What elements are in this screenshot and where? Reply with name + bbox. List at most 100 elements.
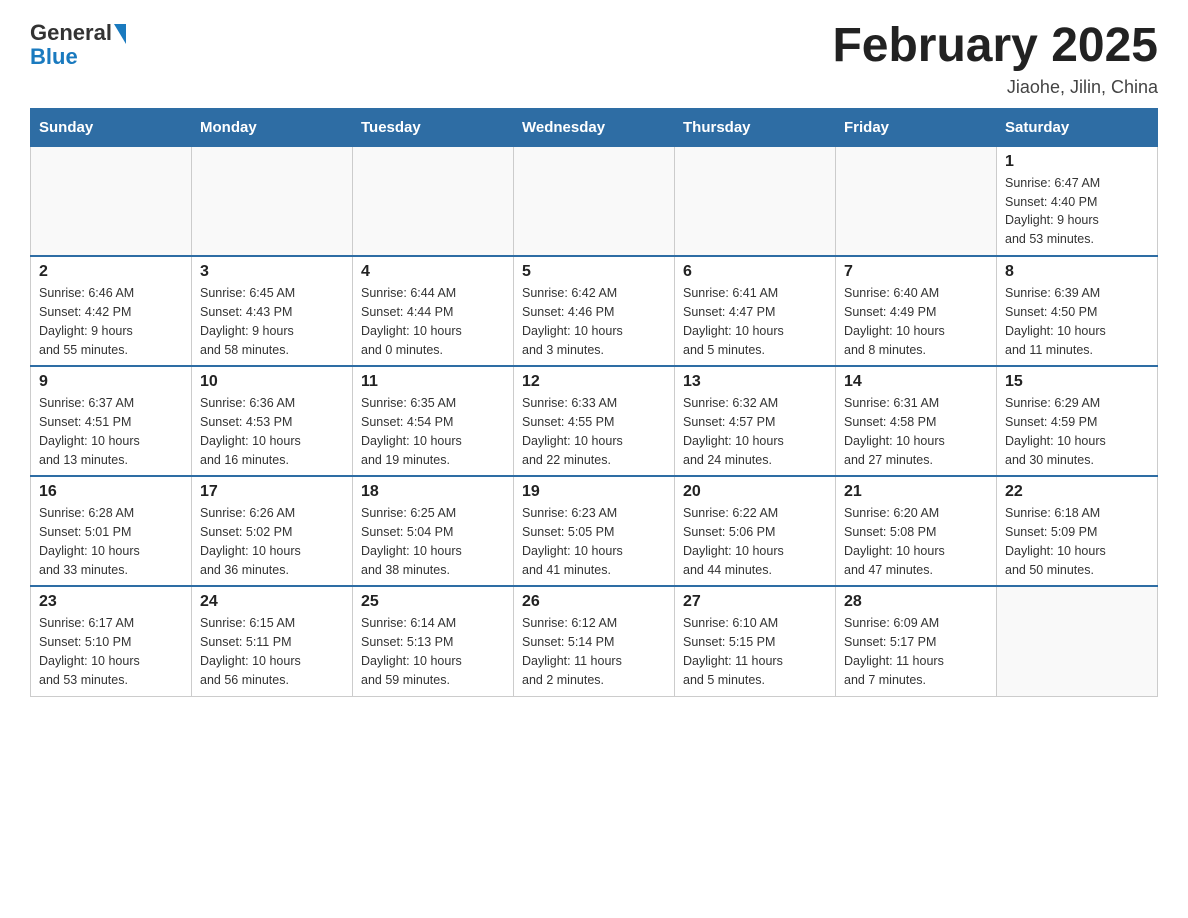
day-info: Sunrise: 6:46 AM Sunset: 4:42 PM Dayligh… xyxy=(39,284,183,359)
day-number: 2 xyxy=(39,263,183,281)
day-info: Sunrise: 6:28 AM Sunset: 5:01 PM Dayligh… xyxy=(39,504,183,579)
calendar-cell xyxy=(31,146,192,256)
weekday-header-saturday: Saturday xyxy=(997,108,1158,146)
day-info: Sunrise: 6:47 AM Sunset: 4:40 PM Dayligh… xyxy=(1005,174,1149,249)
logo-blue-text: Blue xyxy=(30,44,78,70)
day-number: 19 xyxy=(522,483,666,501)
week-row-5: 23 Sunrise: 6:17 AM Sunset: 5:10 PM Dayli… xyxy=(31,586,1158,696)
calendar-cell: 16 Sunrise: 6:28 AM Sunset: 5:01 PM Dayli… xyxy=(31,476,192,586)
day-info: Sunrise: 6:12 AM Sunset: 5:14 PM Dayligh… xyxy=(522,614,666,689)
week-row-1: 1 Sunrise: 6:47 AM Sunset: 4:40 PM Daylig… xyxy=(31,146,1158,256)
day-number: 3 xyxy=(200,263,344,281)
calendar-cell: 15 Sunrise: 6:29 AM Sunset: 4:59 PM Dayli… xyxy=(997,366,1158,476)
day-info: Sunrise: 6:17 AM Sunset: 5:10 PM Dayligh… xyxy=(39,614,183,689)
day-number: 21 xyxy=(844,483,988,501)
day-number: 10 xyxy=(200,373,344,391)
day-info: Sunrise: 6:23 AM Sunset: 5:05 PM Dayligh… xyxy=(522,504,666,579)
calendar-cell: 3 Sunrise: 6:45 AM Sunset: 4:43 PM Daylig… xyxy=(192,256,353,366)
calendar-cell: 12 Sunrise: 6:33 AM Sunset: 4:55 PM Dayli… xyxy=(514,366,675,476)
weekday-header-monday: Monday xyxy=(192,108,353,146)
day-number: 27 xyxy=(683,593,827,611)
logo-arrow-icon xyxy=(114,24,126,44)
week-row-2: 2 Sunrise: 6:46 AM Sunset: 4:42 PM Daylig… xyxy=(31,256,1158,366)
day-number: 18 xyxy=(361,483,505,501)
location-text: Jiaohe, Jilin, China xyxy=(832,77,1158,98)
day-info: Sunrise: 6:44 AM Sunset: 4:44 PM Dayligh… xyxy=(361,284,505,359)
day-info: Sunrise: 6:45 AM Sunset: 4:43 PM Dayligh… xyxy=(200,284,344,359)
day-number: 7 xyxy=(844,263,988,281)
calendar-cell: 20 Sunrise: 6:22 AM Sunset: 5:06 PM Dayli… xyxy=(675,476,836,586)
title-block: February 2025 Jiaohe, Jilin, China xyxy=(832,20,1158,98)
day-info: Sunrise: 6:35 AM Sunset: 4:54 PM Dayligh… xyxy=(361,394,505,469)
calendar-cell: 22 Sunrise: 6:18 AM Sunset: 5:09 PM Dayli… xyxy=(997,476,1158,586)
day-number: 23 xyxy=(39,593,183,611)
calendar-cell: 21 Sunrise: 6:20 AM Sunset: 5:08 PM Dayli… xyxy=(836,476,997,586)
calendar-cell: 11 Sunrise: 6:35 AM Sunset: 4:54 PM Dayli… xyxy=(353,366,514,476)
page-header: General Blue February 2025 Jiaohe, Jilin… xyxy=(30,20,1158,98)
day-number: 9 xyxy=(39,373,183,391)
day-info: Sunrise: 6:18 AM Sunset: 5:09 PM Dayligh… xyxy=(1005,504,1149,579)
calendar-cell: 24 Sunrise: 6:15 AM Sunset: 5:11 PM Dayli… xyxy=(192,586,353,696)
week-row-4: 16 Sunrise: 6:28 AM Sunset: 5:01 PM Dayli… xyxy=(31,476,1158,586)
calendar-cell: 19 Sunrise: 6:23 AM Sunset: 5:05 PM Dayli… xyxy=(514,476,675,586)
weekday-header-tuesday: Tuesday xyxy=(353,108,514,146)
calendar-cell xyxy=(514,146,675,256)
day-info: Sunrise: 6:42 AM Sunset: 4:46 PM Dayligh… xyxy=(522,284,666,359)
calendar-cell: 17Sunrise: 6:26 AM Sunset: 5:02 PM Dayli… xyxy=(192,476,353,586)
day-number: 15 xyxy=(1005,373,1149,391)
day-info: Sunrise: 6:41 AM Sunset: 4:47 PM Dayligh… xyxy=(683,284,827,359)
calendar-cell: 7Sunrise: 6:40 AM Sunset: 4:49 PM Daylig… xyxy=(836,256,997,366)
day-number: 8 xyxy=(1005,263,1149,281)
day-number: 25 xyxy=(361,593,505,611)
calendar-cell: 28 Sunrise: 6:09 AM Sunset: 5:17 PM Dayli… xyxy=(836,586,997,696)
calendar-cell: 10Sunrise: 6:36 AM Sunset: 4:53 PM Dayli… xyxy=(192,366,353,476)
weekday-header-friday: Friday xyxy=(836,108,997,146)
day-number: 14 xyxy=(844,373,988,391)
calendar-cell: 1 Sunrise: 6:47 AM Sunset: 4:40 PM Daylig… xyxy=(997,146,1158,256)
day-number: 4 xyxy=(361,263,505,281)
logo-general-text: General xyxy=(30,20,112,46)
calendar-cell xyxy=(192,146,353,256)
calendar-cell: 6 Sunrise: 6:41 AM Sunset: 4:47 PM Daylig… xyxy=(675,256,836,366)
day-number: 16 xyxy=(39,483,183,501)
day-info: Sunrise: 6:22 AM Sunset: 5:06 PM Dayligh… xyxy=(683,504,827,579)
day-info: Sunrise: 6:20 AM Sunset: 5:08 PM Dayligh… xyxy=(844,504,988,579)
day-info: Sunrise: 6:29 AM Sunset: 4:59 PM Dayligh… xyxy=(1005,394,1149,469)
week-row-3: 9 Sunrise: 6:37 AM Sunset: 4:51 PM Daylig… xyxy=(31,366,1158,476)
day-number: 12 xyxy=(522,373,666,391)
calendar-cell: 8Sunrise: 6:39 AM Sunset: 4:50 PM Daylig… xyxy=(997,256,1158,366)
calendar-cell: 23 Sunrise: 6:17 AM Sunset: 5:10 PM Dayli… xyxy=(31,586,192,696)
calendar-cell: 25 Sunrise: 6:14 AM Sunset: 5:13 PM Dayli… xyxy=(353,586,514,696)
day-info: Sunrise: 6:37 AM Sunset: 4:51 PM Dayligh… xyxy=(39,394,183,469)
calendar-cell: 18Sunrise: 6:25 AM Sunset: 5:04 PM Dayli… xyxy=(353,476,514,586)
day-number: 28 xyxy=(844,593,988,611)
weekday-header-thursday: Thursday xyxy=(675,108,836,146)
day-number: 13 xyxy=(683,373,827,391)
month-title: February 2025 xyxy=(832,20,1158,73)
day-number: 22 xyxy=(1005,483,1149,501)
calendar-cell: 13Sunrise: 6:32 AM Sunset: 4:57 PM Dayli… xyxy=(675,366,836,476)
calendar-cell: 27 Sunrise: 6:10 AM Sunset: 5:15 PM Dayli… xyxy=(675,586,836,696)
calendar-cell: 26 Sunrise: 6:12 AM Sunset: 5:14 PM Dayli… xyxy=(514,586,675,696)
day-number: 20 xyxy=(683,483,827,501)
calendar-cell: 2 Sunrise: 6:46 AM Sunset: 4:42 PM Daylig… xyxy=(31,256,192,366)
calendar-cell: 14 Sunrise: 6:31 AM Sunset: 4:58 PM Dayli… xyxy=(836,366,997,476)
calendar-cell: 9 Sunrise: 6:37 AM Sunset: 4:51 PM Daylig… xyxy=(31,366,192,476)
day-info: Sunrise: 6:33 AM Sunset: 4:55 PM Dayligh… xyxy=(522,394,666,469)
day-number: 11 xyxy=(361,373,505,391)
calendar-cell xyxy=(997,586,1158,696)
weekday-header-row: SundayMondayTuesdayWednesdayThursdayFrid… xyxy=(31,108,1158,146)
day-info: Sunrise: 6:09 AM Sunset: 5:17 PM Dayligh… xyxy=(844,614,988,689)
day-number: 6 xyxy=(683,263,827,281)
weekday-header-sunday: Sunday xyxy=(31,108,192,146)
day-number: 26 xyxy=(522,593,666,611)
calendar-table: SundayMondayTuesdayWednesdayThursdayFrid… xyxy=(30,108,1158,697)
day-number: 24 xyxy=(200,593,344,611)
day-info: Sunrise: 6:10 AM Sunset: 5:15 PM Dayligh… xyxy=(683,614,827,689)
day-info: Sunrise: 6:31 AM Sunset: 4:58 PM Dayligh… xyxy=(844,394,988,469)
calendar-cell xyxy=(836,146,997,256)
calendar-cell: 4 Sunrise: 6:44 AM Sunset: 4:44 PM Daylig… xyxy=(353,256,514,366)
day-info: Sunrise: 6:15 AM Sunset: 5:11 PM Dayligh… xyxy=(200,614,344,689)
day-info: Sunrise: 6:14 AM Sunset: 5:13 PM Dayligh… xyxy=(361,614,505,689)
day-number: 1 xyxy=(1005,153,1149,171)
